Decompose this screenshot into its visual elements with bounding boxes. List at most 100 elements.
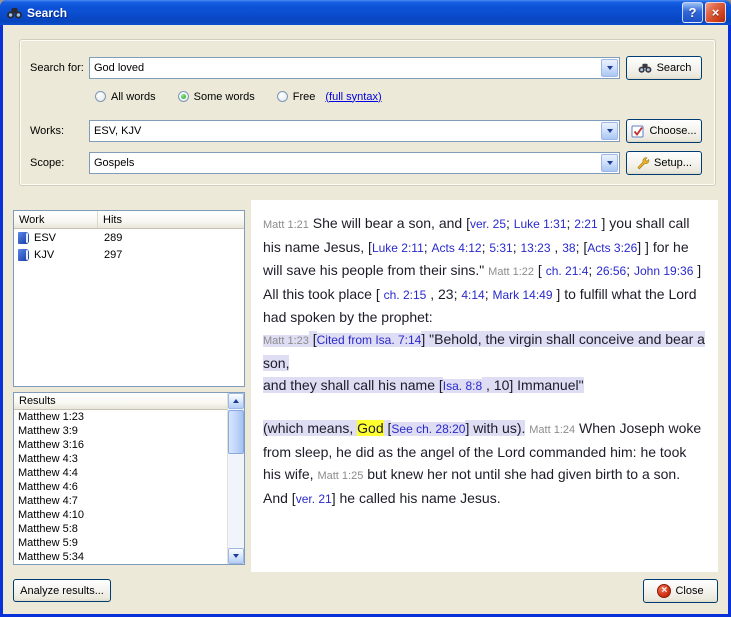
scope-combo-dropdown-button[interactable] — [601, 154, 618, 172]
chevron-up-icon — [233, 399, 239, 403]
results-list-header: Results — [14, 393, 227, 410]
result-item[interactable]: Matthew 1:23 — [14, 410, 227, 424]
chevron-down-icon — [607, 161, 613, 165]
window-title: Search — [27, 6, 680, 20]
cross-reference-link[interactable]: Isa. 8:8 — [443, 379, 482, 393]
works-combo[interactable]: ESV, KJV — [89, 120, 620, 142]
verse-ref-label: Matt 1:24 — [529, 424, 575, 436]
scope-label: Scope: — [30, 157, 64, 169]
search-input-value[interactable]: God loved — [90, 62, 600, 74]
verse-text: , 10] Immanuel" — [482, 377, 583, 393]
result-item[interactable]: Matthew 4:4 — [14, 466, 227, 480]
close-button[interactable]: × Close — [643, 579, 718, 603]
cross-reference-link[interactable]: Cited from Isa. 7:14 — [317, 333, 422, 347]
cross-reference-link[interactable]: See ch. 28:20 — [391, 422, 465, 436]
cross-reference-link[interactable]: 4:14 — [461, 288, 484, 302]
checklist-icon — [631, 125, 645, 138]
cross-reference-link[interactable]: 5:31 — [489, 241, 512, 255]
close-icon: × — [657, 584, 671, 598]
result-item[interactable]: Matthew 3:9 — [14, 424, 227, 438]
result-item[interactable]: Matthew 5:34 — [14, 550, 227, 564]
cross-reference-link[interactable]: ch. 21:4 — [546, 264, 589, 278]
cross-reference-link[interactable]: ch. 2:15 — [384, 288, 427, 302]
results-list: Results Matthew 1:23Matthew 3:9Matthew 3… — [13, 392, 245, 565]
cross-reference-link[interactable]: Mark 14:49 — [493, 288, 553, 302]
cross-reference-link[interactable]: Luke 2:11 — [372, 241, 424, 255]
scrollbar-thumb[interactable] — [228, 410, 244, 454]
cross-reference-link[interactable]: Acts 4:12 — [432, 241, 482, 255]
preview-pane[interactable]: Matt 1:21 She will bear a son, and [ver.… — [251, 200, 718, 572]
cross-reference-link[interactable]: ver. 25 — [470, 217, 506, 231]
search-button-label: Search — [657, 62, 692, 74]
cross-reference-link[interactable]: ver. 21 — [296, 492, 332, 506]
radio-free[interactable]: Free — [277, 91, 316, 103]
work-name: KJV — [34, 249, 54, 261]
preview-paragraph: (which means, God [See ch. 28:20] with u… — [263, 417, 708, 510]
wrench-icon — [636, 156, 650, 170]
close-window-button[interactable]: × — [705, 2, 726, 23]
result-item[interactable]: Matthew 5:8 — [14, 522, 227, 536]
scope-combo[interactable]: Gospels — [89, 152, 620, 174]
setup-scope-button[interactable]: Setup... — [626, 151, 702, 175]
verse-text: ; — [485, 286, 493, 302]
choose-works-button[interactable]: Choose... — [626, 119, 702, 143]
results-items: Matthew 1:23Matthew 3:9Matthew 3:16Matth… — [14, 410, 227, 564]
results-column-header[interactable]: Results — [14, 393, 227, 409]
search-for-label: Search for: — [30, 62, 84, 74]
verse-ref-label: Matt 1:22 — [488, 266, 534, 278]
search-button[interactable]: Search — [626, 56, 702, 80]
book-icon — [18, 249, 29, 261]
result-item[interactable]: Matthew 3:16 — [14, 438, 227, 452]
works-combo-value[interactable]: ESV, KJV — [90, 125, 600, 137]
verse-text: [ — [534, 262, 546, 278]
radio-all-words[interactable]: All words — [95, 91, 156, 103]
analyze-results-label: Analyze results... — [20, 585, 104, 597]
cross-reference-link[interactable]: 26:56 — [596, 264, 626, 278]
scope-combo-value[interactable]: Gospels — [90, 157, 600, 169]
preview-paragraph: Matt 1:21 She will bear a son, and [ver.… — [263, 212, 708, 328]
verse-text: ; — [424, 239, 432, 255]
result-item[interactable]: Matthew 4:10 — [14, 508, 227, 522]
result-item[interactable]: Matthew 5:9 — [14, 536, 227, 550]
verse-text: and they shall call his name [ — [263, 377, 443, 393]
cross-reference-link[interactable]: Acts 3:26 — [587, 241, 637, 255]
verse-ref-label: Matt 1:21 — [263, 219, 309, 231]
cross-reference-link[interactable]: 2:21 — [574, 217, 597, 231]
hits-rows: ESV289KJV297 — [14, 229, 244, 263]
verse-text: ; — [506, 215, 514, 231]
scroll-up-button[interactable] — [228, 393, 244, 409]
word-mode-options: All words Some words Free (full syntax) — [95, 89, 382, 104]
scroll-down-button[interactable] — [228, 548, 244, 564]
cross-reference-link[interactable]: Luke 1:31 — [514, 217, 567, 231]
chevron-down-icon — [233, 554, 239, 558]
result-item[interactable]: Matthew 4:3 — [14, 452, 227, 466]
hits-row[interactable]: KJV297 — [14, 246, 244, 263]
titlebar: Search ? × — [0, 0, 731, 25]
search-combo-dropdown-button[interactable] — [601, 59, 618, 77]
cross-reference-link[interactable]: 13:23 — [521, 241, 551, 255]
analyze-results-button[interactable]: Analyze results... — [13, 579, 111, 602]
choose-button-label: Choose... — [649, 125, 696, 137]
hits-row[interactable]: ESV289 — [14, 229, 244, 246]
cross-reference-link[interactable]: John 19:36 — [634, 264, 693, 278]
result-item[interactable]: Matthew 4:7 — [14, 494, 227, 508]
cross-reference-link[interactable]: 38 — [562, 241, 575, 255]
results-scrollbar[interactable] — [227, 393, 244, 564]
result-item[interactable]: Matthew 4:6 — [14, 480, 227, 494]
work-column-header[interactable]: Work — [14, 211, 98, 228]
search-dialog: Search ? × Search for: God loved Search … — [0, 0, 731, 617]
full-syntax-link[interactable]: (full syntax) — [325, 91, 381, 103]
radio-label: Free — [293, 91, 316, 103]
verse-text: ] he called his name Jesus. — [332, 490, 501, 506]
verse-text: ; — [626, 262, 634, 278]
radio-some-words[interactable]: Some words — [178, 91, 255, 103]
hits-column-header[interactable]: Hits — [98, 211, 244, 228]
help-button[interactable]: ? — [682, 2, 703, 23]
works-combo-dropdown-button[interactable] — [601, 122, 618, 140]
verse-text: ; [ — [576, 239, 588, 255]
verse-text: ; — [513, 239, 521, 255]
work-cell: KJV — [14, 249, 98, 261]
dialog-body: Search for: God loved Search All words So… — [3, 25, 728, 614]
works-label: Works: — [30, 125, 64, 137]
search-input-combo[interactable]: God loved — [89, 57, 620, 79]
